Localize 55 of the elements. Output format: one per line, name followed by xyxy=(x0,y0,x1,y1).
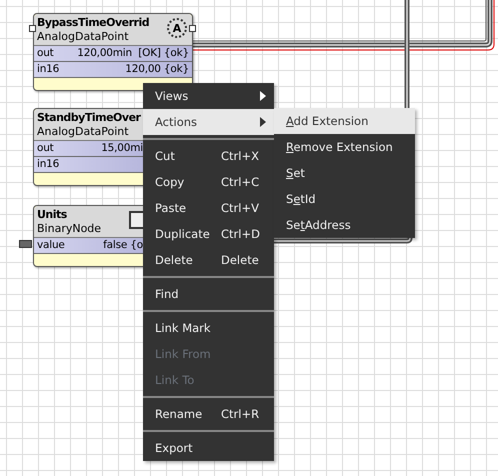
node-title: Units xyxy=(37,208,67,222)
menu-item-label: Link From xyxy=(155,347,212,361)
menu-item-label: Delete xyxy=(155,253,194,267)
slot-value: 120,00 {ok} xyxy=(125,62,189,77)
shortcut-label: Delete xyxy=(221,253,260,267)
node-title: StandbyTimeOver xyxy=(37,111,140,125)
menu-item-label: Rename xyxy=(155,407,204,421)
menu-item-label: Actions xyxy=(155,115,198,129)
menu-item[interactable]: SetAddress xyxy=(274,212,415,238)
menu-item-label: Paste xyxy=(155,201,188,215)
menu-item-label: Views xyxy=(155,89,190,103)
shortcut-label: Ctrl+C xyxy=(221,175,260,189)
slot-value: 120,00min [OK] {ok} xyxy=(77,46,189,61)
menu-item-label: Find xyxy=(155,287,180,301)
slot-name: in16 xyxy=(37,62,60,77)
submenu-arrow-icon xyxy=(260,91,266,101)
menu-item[interactable]: Link Mark xyxy=(143,315,274,341)
menu-item[interactable]: Export xyxy=(143,435,274,461)
shortcut-label: Ctrl+D xyxy=(221,227,260,241)
slot-name: in16 xyxy=(37,157,60,172)
menu-item[interactable]: Remove Extension xyxy=(274,134,415,160)
node-icon: A xyxy=(167,18,187,38)
slot-name: out xyxy=(37,46,54,61)
menu-item[interactable]: Rename Ctrl+R xyxy=(143,401,274,427)
menu-item-label: Copy xyxy=(155,175,186,189)
port-icon[interactable] xyxy=(29,25,36,32)
slot-name: value xyxy=(37,238,65,253)
menu-item[interactable]: Set xyxy=(274,160,415,186)
port-icon[interactable] xyxy=(189,25,196,32)
menu-item-label: SetAddress xyxy=(286,218,352,232)
shortcut-label: Ctrl+V xyxy=(221,201,260,215)
menu-item[interactable]: Find xyxy=(143,281,274,307)
menu-item-label: Cut xyxy=(155,149,176,163)
node-title: BypassTimeOverrid xyxy=(37,16,150,30)
shortcut-label: Ctrl+X xyxy=(221,149,260,163)
menu-item-label: Add Extension xyxy=(286,114,370,128)
menu-item-label: SetId xyxy=(286,192,317,206)
slot-value: false {o xyxy=(103,238,143,253)
shortcut-label: Ctrl+R xyxy=(221,407,260,421)
node-card[interactable]: BypassTimeOverrid AnalogDataPoint A out 120,00min [OK] {ok} in16 120,00 {ok} xyxy=(33,13,193,91)
menu-item-label: Link To xyxy=(155,373,196,387)
slot-name: out xyxy=(37,141,54,156)
slot-value: 15,00mi xyxy=(101,141,143,156)
menu-item-label: Set xyxy=(286,166,306,180)
node-type: BinaryNode xyxy=(37,222,102,236)
menu-item-label: Remove Extension xyxy=(286,140,394,154)
submenu-arrow-icon xyxy=(260,117,266,127)
node-type: AnalogDataPoint xyxy=(37,125,129,139)
menu-item[interactable]: SetId xyxy=(274,186,415,212)
menu-item-label: Link Mark xyxy=(155,321,212,335)
node-type: AnalogDataPoint xyxy=(37,30,129,44)
menu-item[interactable]: Add Extension xyxy=(274,108,415,134)
menu-item-label: Export xyxy=(155,441,194,455)
menu-item[interactable]: Actions xyxy=(143,109,274,135)
menu-item-label: Duplicate xyxy=(155,227,211,241)
